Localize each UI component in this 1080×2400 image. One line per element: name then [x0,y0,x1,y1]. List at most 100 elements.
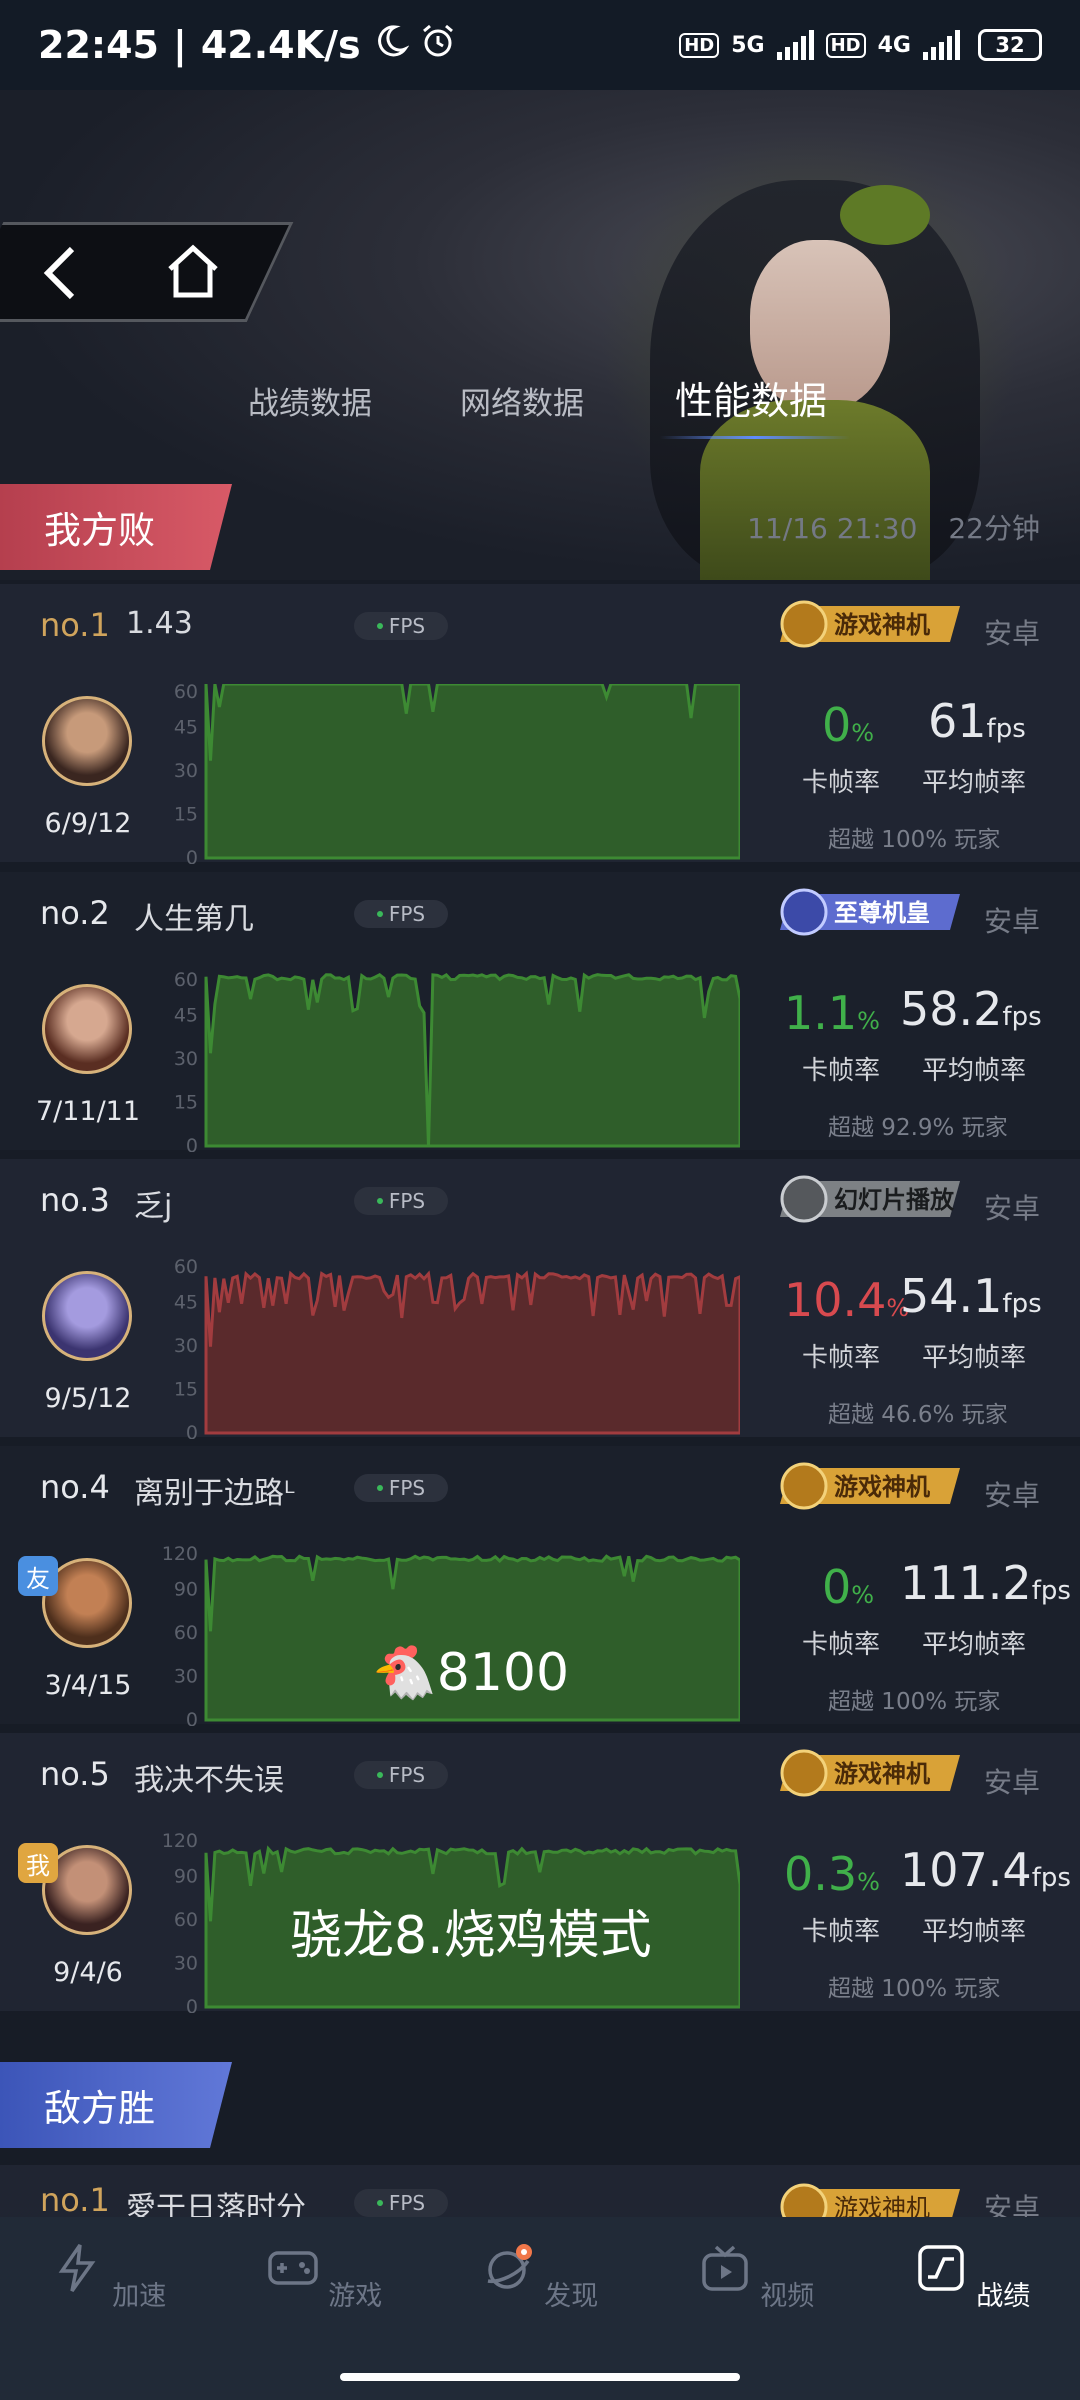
home-indicator [340,2373,740,2381]
enemy-player-card[interactable]: no.1 愛于日落时分 FPS 游戏神机 安卓 [0,2165,1080,2231]
tab-bar: 战绩数据 网络数据 性能数据 [0,370,1080,440]
player-card[interactable]: no.3 乏j FPS 幻灯片播放 安卓 9/5/12 0 15 30 45 60 10… [0,1159,1080,1439]
avatar[interactable] [42,1271,132,1361]
beat-players: 超越 100% 玩家 [828,1976,1001,2002]
y-tick-label: 30 [174,1666,198,1688]
y-tick-label: 60 [174,1622,198,1644]
device-badge: 幻灯片播放 [780,1175,960,1223]
nav-discover[interactable]: 发现 [480,2241,600,2313]
player-name: 离别于边路ᴸ [134,1476,295,1511]
network-5g: 5G [731,32,765,58]
y-tick-label: 0 [186,1422,198,1439]
network-4g: 4G [877,32,911,58]
device-badge: 游戏神机 [780,1462,960,1510]
chevron-left-icon [43,246,75,300]
y-tick-label: 60 [174,972,198,991]
os-label: 安卓 [983,1766,1040,1799]
y-tick-label: 90 [174,1866,198,1888]
avg-fps-label: 平均帧率 [922,1630,1027,1660]
badge-label: 游戏神机 [834,1760,930,1788]
stutter-label: 卡帧率 [802,1343,881,1373]
avatar[interactable] [42,984,132,1074]
stutter-label: 卡帧率 [802,1917,881,1947]
y-tick-label: 60 [174,684,198,703]
nav-records[interactable]: 战绩 [912,2241,1032,2313]
y-tick-label: 0 [186,1996,198,2013]
beat-players: 超越 46.6% 玩家 [828,1402,1008,1428]
home-button[interactable] [160,238,226,304]
kda: 6/9/12 [44,808,132,839]
y-tick-label: 30 [174,1048,198,1070]
y-tick-label: 30 [174,1953,198,1975]
y-tick-label: 60 [174,1909,198,1931]
kda: 3/4/15 [44,1670,132,1701]
player-card[interactable]: no.5 我决不失误 FPS 游戏神机 安卓 我 9/4/6 0 30 60 90 12… [0,1733,1080,2013]
nav-video[interactable]: 视频 [696,2241,816,2313]
stutter-value: 0% [822,698,875,752]
y-tick-label: 45 [174,1292,198,1314]
nav-boost[interactable]: 加速 [48,2241,168,2313]
y-tick-label: 15 [174,1379,198,1401]
y-tick-label: 0 [186,1709,198,1726]
badge-label: 游戏神机 [834,611,930,639]
y-tick-label: 60 [174,1259,198,1278]
signal-icon [776,30,814,60]
stutter-value: 0.3% [784,1847,880,1901]
planet-icon [487,2244,532,2289]
y-tick-label: 0 [186,1135,198,1152]
player-name: 我决不失误 [134,1763,284,1798]
player-tag: 我 [18,1843,58,1883]
player-rank: no.1 [40,606,110,644]
os-label: 安卓 [983,1479,1040,1512]
y-tick-label: 15 [174,1092,198,1114]
player-card[interactable]: no.1 1.43 FPS 游戏神机 安卓 6/9/12 0 15 30 45 60 0… [0,584,1080,864]
player-card[interactable]: no.4 离别于边路ᴸ FPS 游戏神机 安卓 友 3/4/15 0 30 60 90… [0,1446,1080,1726]
device-badge: 游戏神机 [780,1749,960,1797]
os-label: 安卓 [983,617,1040,650]
chart-overlay-text: 🐔8100 [372,1643,570,1703]
player-rank: no.5 [40,1755,110,1793]
enemy-rank: no.1 [40,2181,110,2219]
stutter-label: 卡帧率 [802,1056,881,1086]
tab-performance-data[interactable]: 性能数据 [675,370,827,425]
fps-chart: 0 15 30 45 60 [174,684,740,864]
badge-label: 游戏神机 [834,1473,930,1501]
stutter-label: 卡帧率 [802,1630,881,1660]
hd-icon-2: HD [825,32,866,58]
y-tick-label: 120 [162,1833,198,1852]
fps-tag: FPS [354,612,448,640]
stutter-label: 卡帧率 [802,768,881,798]
signal-icon-2 [923,30,960,60]
nav-games[interactable]: 游戏 [264,2241,384,2313]
player-name: 乏j [134,1189,173,1224]
player-card[interactable]: no.2 人生第几 FPS 至尊机皇 安卓 7/11/11 0 15 30 45 60 … [0,872,1080,1152]
fps-chart: 0 15 30 45 60 [174,1259,740,1439]
player-tag: 友 [18,1556,58,1596]
y-tick-label: 120 [162,1546,198,1565]
home-icon [168,244,218,298]
avg-fps-value: 58.2fps [900,982,1042,1036]
stutter-value: 1.1% [784,986,880,1040]
y-tick-label: 30 [174,760,198,782]
player-rank: no.3 [40,1181,110,1219]
tab-network-data[interactable]: 网络数据 [460,378,584,423]
avg-fps-label: 平均帧率 [922,1343,1027,1373]
beat-players: 超越 100% 玩家 [828,827,1001,853]
back-button[interactable] [30,240,90,306]
lightning-icon [58,2244,96,2293]
avg-fps-label: 平均帧率 [922,768,1027,798]
chart-overlay-text: 骁龙8.烧鸡模式 [290,1906,652,1966]
fps-tag: FPS [354,1187,448,1215]
gamepad-icon [267,2251,318,2285]
alarm-icon [419,22,457,69]
y-tick-label: 45 [174,1005,198,1027]
avg-fps-label: 平均帧率 [922,1917,1027,1947]
tv-icon [701,2245,748,2291]
fps-chart: 0 15 30 45 60 [174,972,740,1152]
stutter-value: 0% [822,1560,875,1614]
clock: 22:45 [38,23,159,67]
tab-battle-data[interactable]: 战绩数据 [248,378,372,423]
kda: 9/5/12 [44,1383,132,1414]
match-duration: 22分钟 [948,512,1040,545]
avatar[interactable] [42,696,132,786]
